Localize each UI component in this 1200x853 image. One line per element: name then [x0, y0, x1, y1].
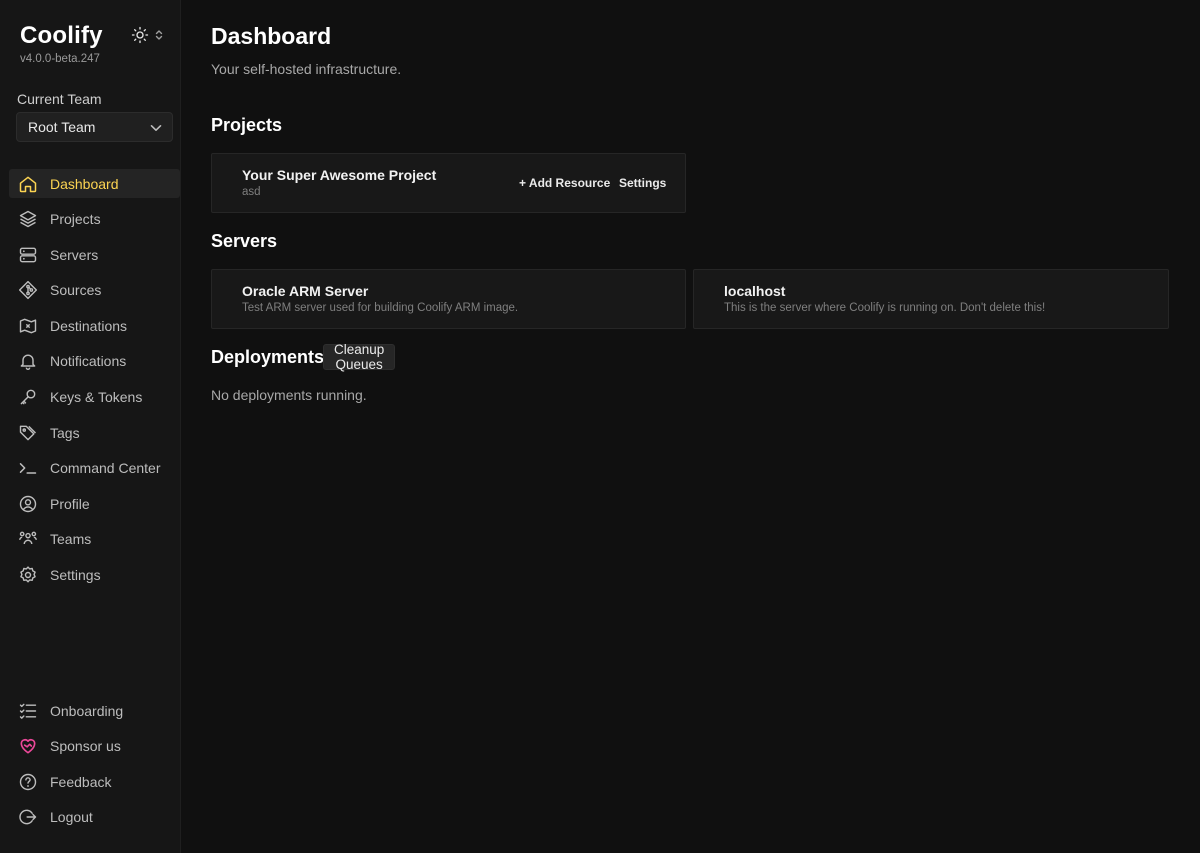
deployments-empty-state: No deployments running. [211, 387, 367, 403]
layers-icon [18, 209, 38, 229]
page-title: Dashboard [211, 23, 332, 49]
gear-icon [18, 565, 38, 585]
users-icon [18, 529, 38, 549]
home-icon [18, 174, 38, 194]
key-icon [18, 387, 38, 407]
server-card[interactable]: Oracle ARM Server Test ARM server used f… [211, 269, 686, 329]
project-card[interactable]: Your Super Awesome Project asd + Add Res… [211, 153, 686, 213]
server-name: localhost [724, 283, 786, 299]
sidebar-item-label: Teams [50, 531, 92, 548]
sun-icon [131, 26, 149, 44]
sidebar-item-label: Dashboard [50, 175, 119, 192]
sidebar-item-logout[interactable]: Logout [9, 803, 180, 832]
sidebar-item-command-center[interactable]: Command Center [9, 454, 180, 483]
servers-heading: Servers [211, 231, 278, 251]
page-subtitle: Your self-hosted infrastructure. [211, 61, 402, 77]
team-select-value: Root Team [28, 119, 96, 135]
server-icon [18, 245, 38, 265]
server-name: Oracle ARM Server [242, 283, 369, 299]
chevron-down-icon [150, 119, 162, 135]
server-description: This is the server where Coolify is runn… [724, 302, 1046, 314]
sidebar-item-settings[interactable]: Settings [9, 561, 180, 590]
sidebar: Coolify v4.0.0-beta.247 Current Team Roo… [0, 0, 181, 853]
sidebar-item-sources[interactable]: Sources [9, 276, 180, 305]
team-label: Current Team [17, 91, 102, 107]
projects-heading: Projects [211, 115, 283, 135]
sidebar-item-label: Onboarding [50, 702, 124, 719]
server-card[interactable]: localhost This is the server where Cooli… [693, 269, 1169, 329]
sidebar-item-label: Logout [50, 809, 93, 826]
checklist-icon [18, 701, 38, 721]
heart-icon [18, 736, 38, 756]
terminal-icon [18, 458, 38, 478]
deployments-heading: Deployments [211, 347, 325, 367]
project-settings-link[interactable]: Settings [619, 176, 666, 190]
theme-toggle[interactable] [131, 26, 163, 44]
sidebar-item-onboarding[interactable]: Onboarding [9, 696, 180, 725]
app-logo[interactable]: Coolify [20, 22, 103, 50]
sidebar-item-feedback[interactable]: Feedback [9, 767, 180, 796]
destination-icon [18, 316, 38, 336]
sidebar-item-label: Profile [50, 495, 90, 512]
sidebar-item-label: Notifications [50, 353, 127, 370]
sidebar-item-label: Sources [50, 282, 102, 299]
sidebar-item-tags[interactable]: Tags [9, 418, 180, 447]
project-description: asd [242, 186, 261, 198]
sidebar-item-label: Destinations [50, 317, 128, 334]
sidebar-item-teams[interactable]: Teams [9, 525, 180, 554]
logout-icon [18, 807, 38, 827]
add-resource-link[interactable]: + Add Resource [519, 176, 610, 190]
question-icon [18, 772, 38, 792]
git-icon [18, 280, 38, 300]
sidebar-item-label: Feedback [50, 773, 112, 790]
sidebar-item-servers[interactable]: Servers [9, 240, 180, 269]
server-description: Test ARM server used for building Coolif… [242, 302, 519, 314]
project-name: Your Super Awesome Project [242, 167, 437, 183]
sidebar-item-projects[interactable]: Projects [9, 205, 180, 234]
sidebar-item-label: Settings [50, 567, 101, 584]
sidebar-item-label: Tags [50, 424, 80, 441]
sidebar-item-label: Projects [50, 211, 101, 228]
sidebar-item-profile[interactable]: Profile [9, 489, 180, 518]
team-select[interactable]: Root Team [16, 112, 173, 142]
tag-icon [18, 423, 38, 443]
sidebar-item-dashboard[interactable]: Dashboard [9, 169, 180, 198]
user-circle-icon [18, 494, 38, 514]
app-version: v4.0.0-beta.247 [20, 53, 100, 65]
sidebar-item-keys-tokens[interactable]: Keys & Tokens [9, 383, 180, 412]
sidebar-item-destinations[interactable]: Destinations [9, 311, 180, 340]
bottom-nav: Onboarding Sponsor us Feedback Logout [9, 696, 180, 838]
sidebar-item-label: Keys & Tokens [50, 389, 143, 406]
main-nav: Dashboard Projects Servers Sources Desti… [9, 169, 180, 596]
bell-icon [18, 351, 38, 371]
sidebar-item-sponsor[interactable]: Sponsor us [9, 732, 180, 761]
sidebar-item-label: Command Center [50, 460, 161, 477]
sidebar-item-notifications[interactable]: Notifications [9, 347, 180, 376]
chevron-updown-icon [155, 29, 163, 41]
cleanup-queues-button[interactable]: Cleanup Queues [323, 342, 396, 372]
sidebar-item-label: Servers [50, 246, 99, 263]
sidebar-item-label: Sponsor us [50, 738, 121, 755]
